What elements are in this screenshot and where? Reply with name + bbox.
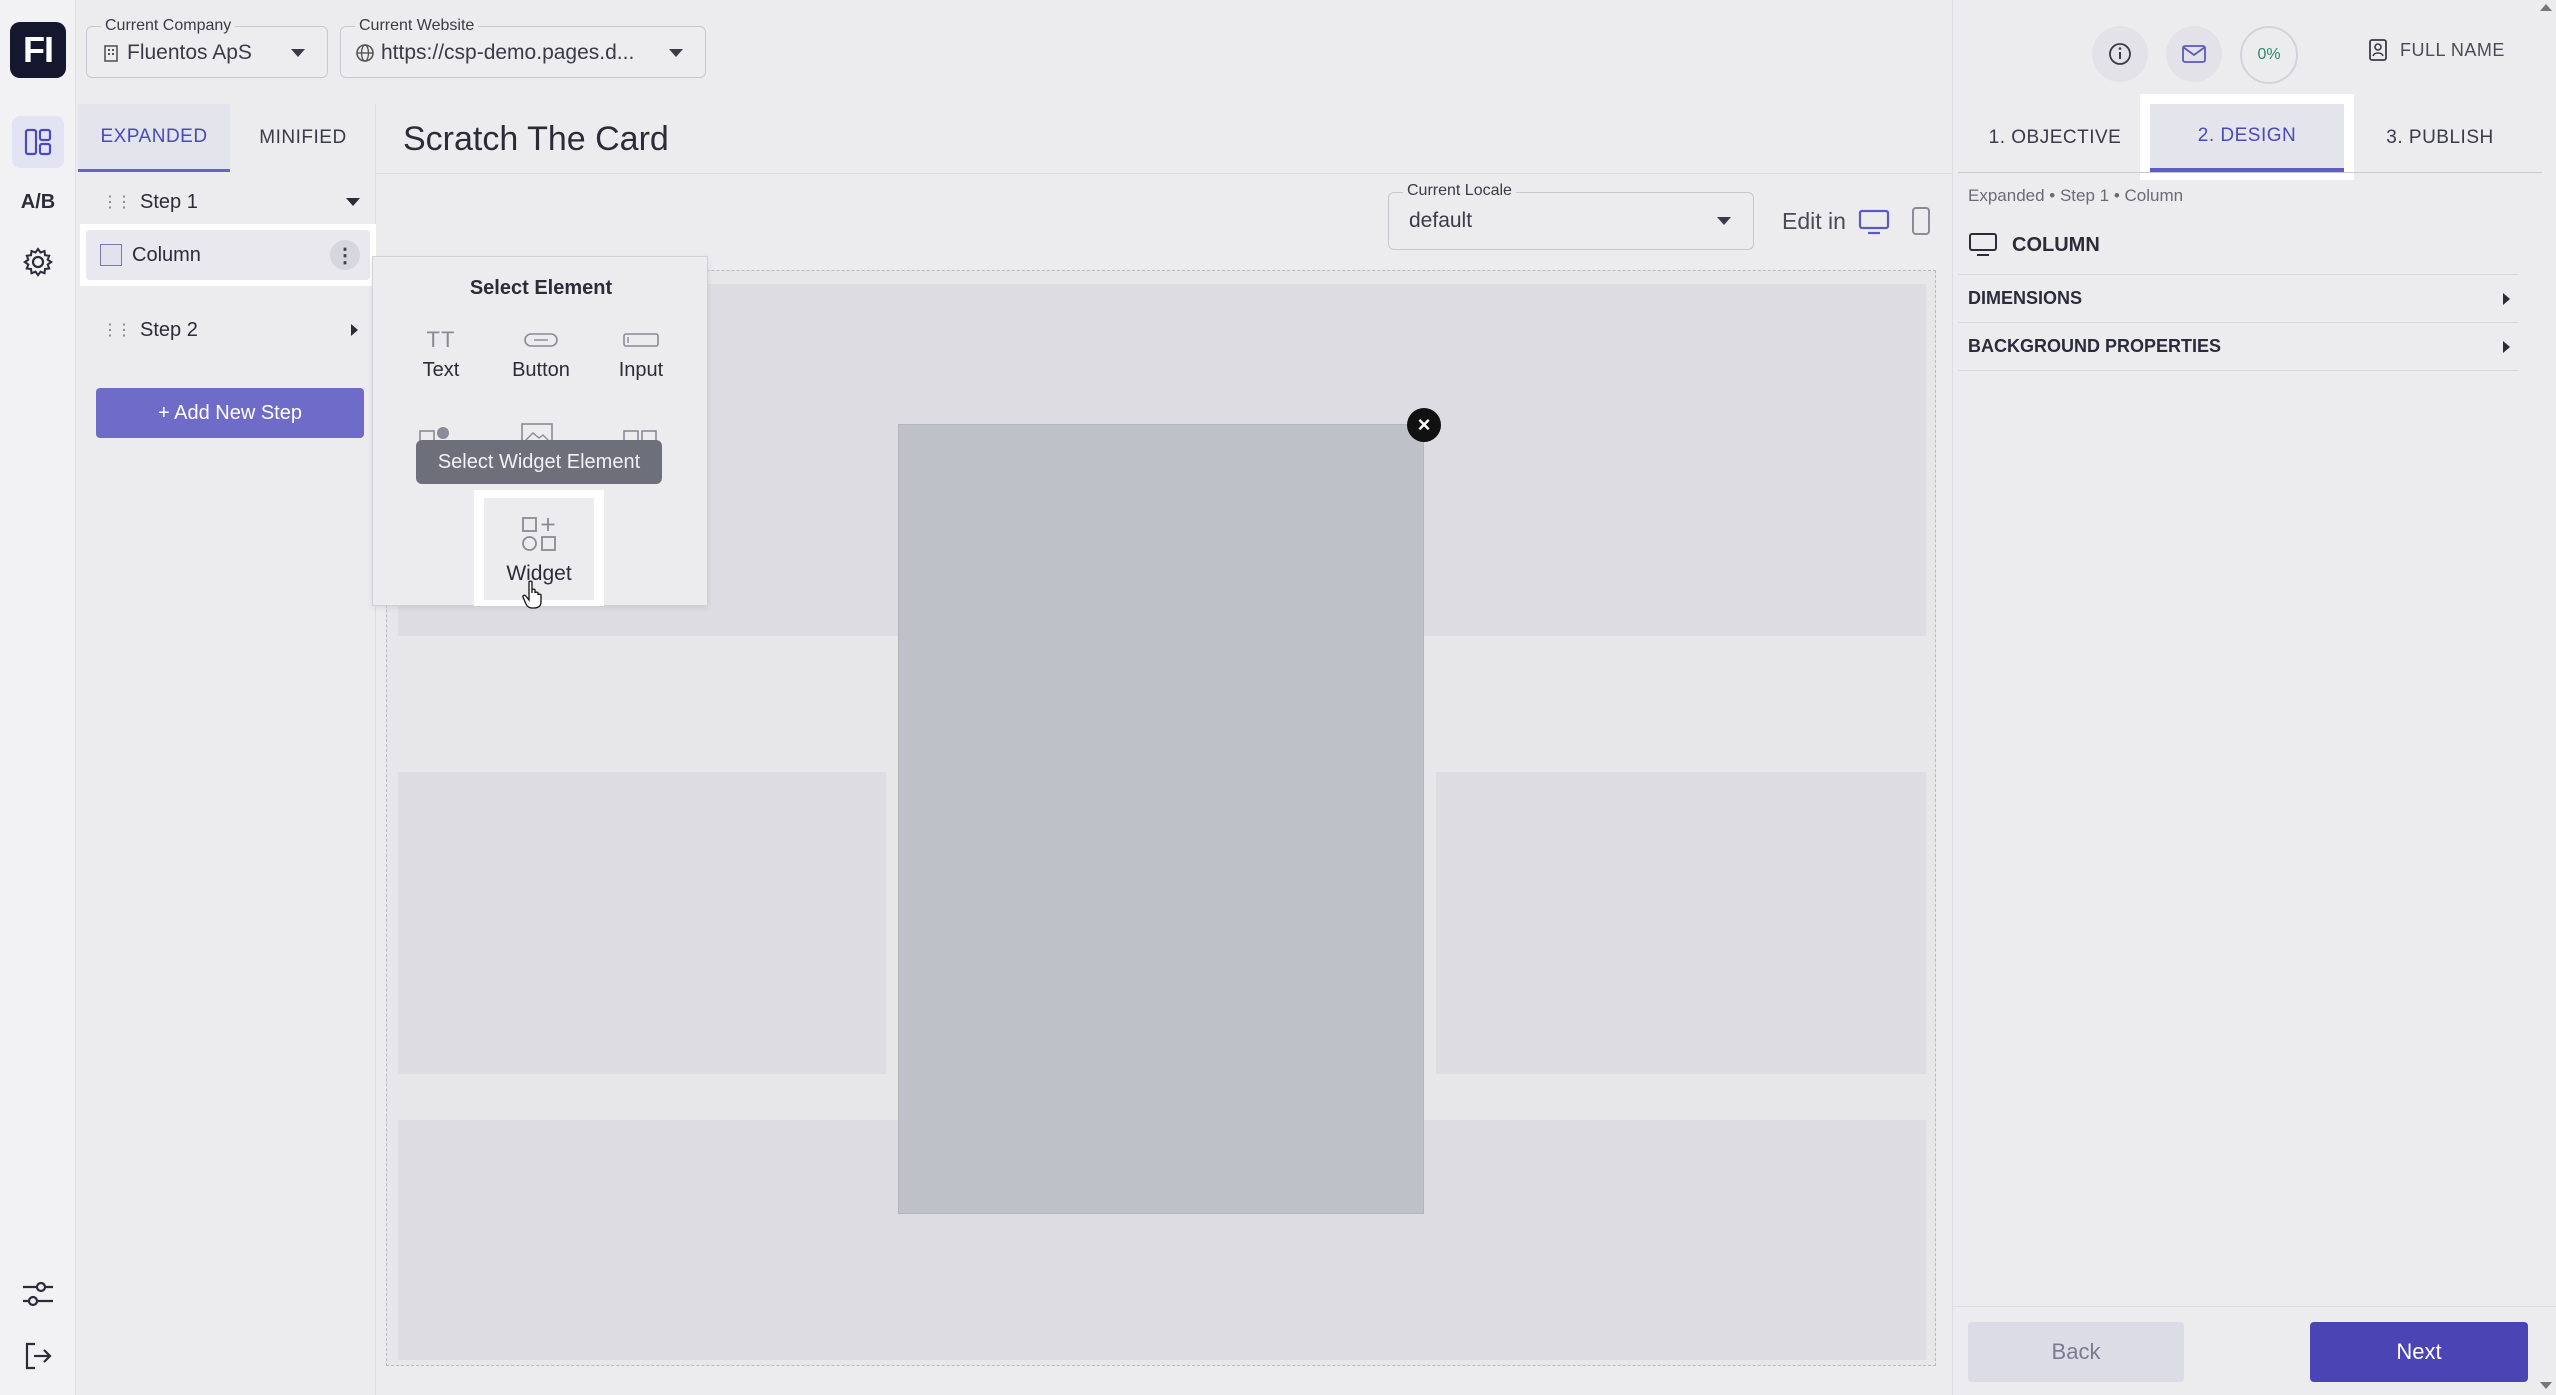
element-title: COLUMN <box>2012 233 2100 256</box>
progress-indicator: 0% <box>2240 26 2298 84</box>
chevron-right-icon[interactable] <box>351 324 358 336</box>
step-row-2[interactable]: ⋮⋮ Step 2 <box>78 300 376 360</box>
text-icon: TT <box>426 327 456 352</box>
company-select[interactable]: Current Company Fluentos ApS <box>86 17 328 78</box>
website-select-label: Current Website <box>355 17 479 35</box>
desktop-icon[interactable] <box>1858 208 1890 241</box>
steps-panel: EXPANDED MINIFIED ⋮⋮ Step 1 Column ⋮ ⋮⋮ … <box>78 104 376 1395</box>
element-text[interactable]: TT Text <box>392 321 490 401</box>
chevron-right-icon <box>2503 293 2510 305</box>
tab-minified[interactable]: MINIFIED <box>230 104 376 172</box>
step-row-1[interactable]: ⋮⋮ Step 1 <box>78 172 376 232</box>
back-button[interactable]: Back <box>1968 1322 2184 1382</box>
globe-icon <box>356 44 374 62</box>
website-select[interactable]: Current Website https://csp-demo.pages.d… <box>340 17 706 78</box>
company-select-value: Fluentos ApS <box>127 41 252 64</box>
company-icon <box>104 45 118 62</box>
layout-icon[interactable] <box>12 116 64 168</box>
page-title: Scratch The Card <box>403 120 669 158</box>
chevron-down-icon <box>291 49 305 57</box>
element-header: COLUMN <box>1968 232 2100 258</box>
chevron-down-icon <box>669 49 683 57</box>
tooltip: Select Widget Element <box>416 440 662 484</box>
sliders-icon[interactable] <box>12 1268 64 1320</box>
section-dimensions[interactable]: DIMENSIONS <box>1958 274 2518 322</box>
section-background-label: BACKGROUND PROPERTIES <box>1968 336 2222 356</box>
tab-design[interactable]: 2. DESIGN <box>2150 104 2344 172</box>
drag-handle-icon[interactable]: ⋮⋮ <box>102 192 132 212</box>
breadcrumb: Expanded • Step 1 • Column <box>1968 186 2184 205</box>
scroll-up-icon[interactable] <box>2540 4 2552 11</box>
element-button[interactable]: Button <box>492 321 590 401</box>
edit-in-label: Edit in <box>1782 208 1846 234</box>
widget-icon <box>484 498 594 556</box>
canvas-section-left[interactable] <box>398 772 886 1074</box>
drag-handle-icon[interactable]: ⋮⋮ <box>102 320 132 340</box>
input-icon <box>592 321 690 359</box>
website-select-value: https://csp-demo.pages.d... <box>381 41 635 64</box>
properties-panel <box>1952 0 2556 1395</box>
company-select-label: Current Company <box>101 17 236 35</box>
section-divider <box>1958 370 2518 371</box>
element-button-label: Button <box>512 359 570 381</box>
cursor-hand-icon <box>522 580 544 615</box>
chevron-down-icon <box>1717 217 1731 225</box>
desktop-icon <box>1969 233 1997 256</box>
step-label: Step 2 <box>140 318 198 341</box>
user-name: FULL NAME <box>2400 39 2505 60</box>
element-input[interactable]: Input <box>592 321 690 401</box>
ab-test-button[interactable]: A/B <box>12 176 64 228</box>
locale-select-value: default <box>1409 209 1473 232</box>
kebab-menu-icon[interactable]: ⋮ <box>330 240 360 270</box>
popup-title: Select Element <box>469 277 613 299</box>
element-input-label: Input <box>618 359 664 381</box>
progress-value: 0% <box>2257 46 2281 63</box>
next-button[interactable]: Next <box>2310 1322 2528 1382</box>
locale-select-label: Current Locale <box>1403 182 1516 200</box>
info-icon[interactable] <box>2092 26 2148 82</box>
close-icon[interactable]: × <box>1407 408 1441 442</box>
column-label: Column <box>132 243 201 266</box>
canvas-section-right[interactable] <box>1436 772 1926 1074</box>
app-logo: FI <box>10 22 66 78</box>
button-icon <box>492 321 590 359</box>
logout-icon[interactable] <box>12 1330 64 1382</box>
tab-objective[interactable]: 1. OBJECTIVE <box>1960 104 2150 172</box>
mail-icon[interactable] <box>2166 26 2222 82</box>
section-dimensions-label: DIMENSIONS <box>1968 288 2083 308</box>
selected-column[interactable] <box>898 424 1424 1214</box>
chevron-down-icon[interactable] <box>346 198 360 206</box>
tab-expanded[interactable]: EXPANDED <box>78 104 230 172</box>
section-background-properties[interactable]: BACKGROUND PROPERTIES <box>1958 322 2518 370</box>
mobile-icon[interactable] <box>1910 206 1932 241</box>
column-icon <box>100 244 122 266</box>
chevron-right-icon <box>2503 341 2510 353</box>
scroll-down-icon[interactable] <box>2540 1382 2552 1389</box>
locale-select[interactable]: Current Locale default <box>1388 182 1754 250</box>
column-row[interactable]: Column ⋮ <box>86 230 370 280</box>
step-label: Step 1 <box>140 190 198 213</box>
column-row-highlight: Column ⋮ <box>80 224 376 286</box>
user-menu[interactable]: FULL NAME <box>2368 38 2505 62</box>
element-text-label: Text <box>422 359 460 381</box>
tabs-divider <box>1958 172 2542 173</box>
gear-icon[interactable] <box>12 236 64 288</box>
tab-publish[interactable]: 3. PUBLISH <box>2344 104 2536 172</box>
add-new-step-button[interactable]: + Add New Step <box>96 388 364 438</box>
user-badge-icon <box>2369 39 2387 61</box>
